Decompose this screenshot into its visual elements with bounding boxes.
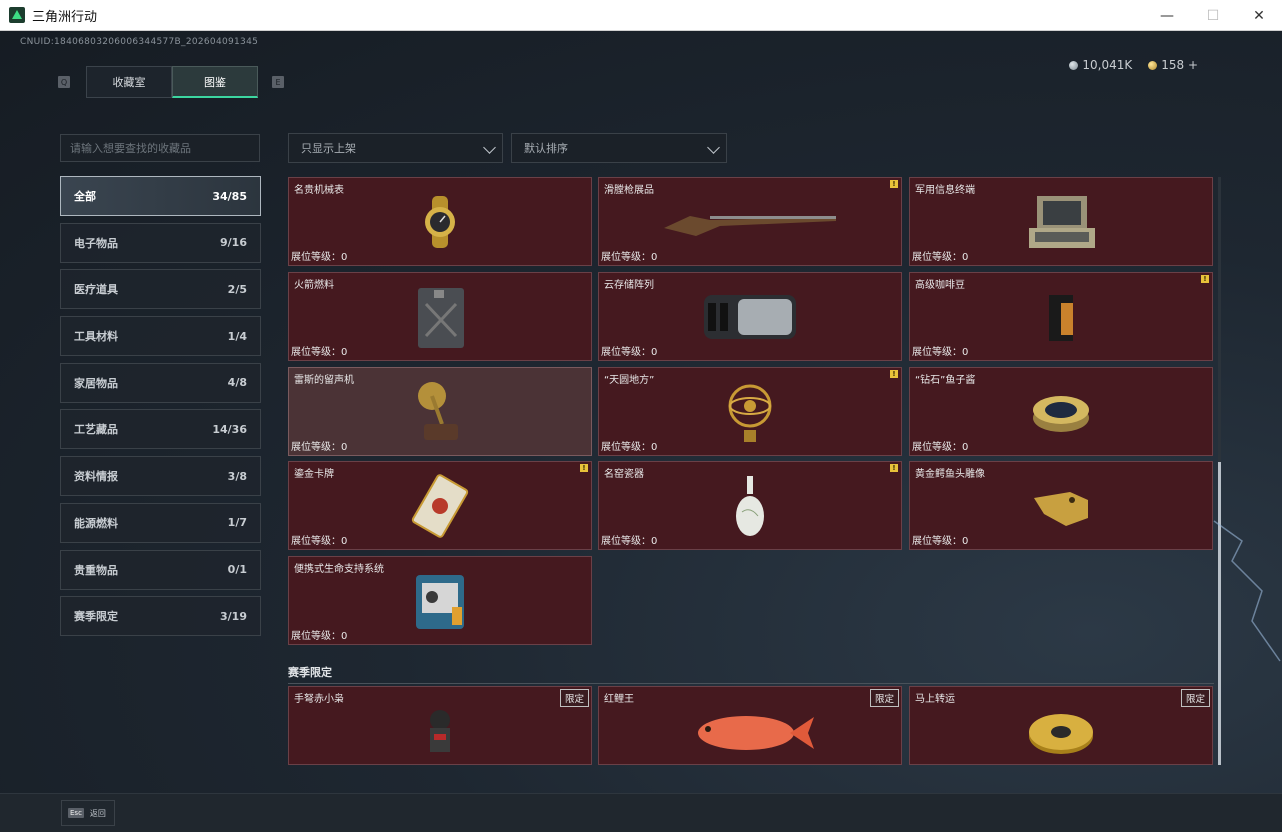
musket-icon: [664, 215, 836, 236]
lightning-decoration-icon: [1213, 520, 1281, 662]
fuel-can-icon: [418, 287, 464, 348]
section-divider: [288, 683, 1214, 684]
search-input[interactable]: 请输入想要查找的收藏品: [60, 134, 260, 162]
category-item-home[interactable]: 家居物品 4/8: [60, 362, 261, 403]
item-card[interactable]: “钻石”鱼子酱 展位等级：0: [909, 367, 1213, 456]
armillary-icon: [728, 384, 772, 442]
item-card[interactable]: 火箭燃料 展位等级：0: [288, 272, 592, 361]
close-button[interactable]: ✕: [1236, 0, 1282, 31]
chevron-down-icon: [707, 141, 720, 154]
category-item-crafts[interactable]: 工艺藏品 14/36: [60, 409, 261, 450]
life-support-icon: [416, 574, 464, 629]
gold-coin-icon: [1148, 61, 1158, 70]
gold-currency[interactable]: 158 +: [1148, 58, 1198, 72]
storage-array-icon: [704, 294, 796, 339]
category-item-valuables[interactable]: 贵重物品 0/1: [60, 549, 261, 590]
item-card[interactable]: 云存储阵列 展位等级：0: [598, 272, 902, 361]
limited-badge: 限定: [1180, 689, 1210, 707]
item-card[interactable]: 滑膛枪展品 ! 展位等级：0: [598, 177, 902, 266]
tab-collection-room[interactable]: 收藏室: [86, 66, 172, 98]
chevron-down-icon: [483, 141, 496, 154]
limited-badge: 限定: [559, 689, 589, 707]
season-section-title: 赛季限定: [288, 666, 332, 679]
maximize-button[interactable]: ☐: [1190, 0, 1236, 31]
key-hint-q: Q: [58, 76, 70, 88]
gramophone-icon: [418, 381, 458, 440]
currency-display: 10,041K 158 +: [1069, 58, 1198, 72]
watch-icon: [425, 195, 455, 248]
limited-badge: 限定: [869, 689, 899, 707]
item-card[interactable]: 鎏金卡牌 ! 展位等级：0: [288, 461, 592, 550]
category-list: 全部 34/85 电子物品 9/16 医疗道具 2/5 工具材料 1/4 家居物品 4/8…: [60, 176, 261, 643]
season-item-card[interactable]: 马上转运 限定: [909, 686, 1213, 765]
silver-coin-icon: [1069, 61, 1079, 70]
alert-icon: !: [1201, 275, 1209, 283]
item-card[interactable]: 名贵机械表 展位等级：0: [288, 177, 592, 266]
item-card[interactable]: 雷斯的留声机 展位等级：0: [288, 367, 592, 456]
category-item-intel[interactable]: 资料情报 3/8: [60, 456, 261, 497]
item-card[interactable]: 便携式生命支持系统 展位等级：0: [288, 556, 592, 645]
esc-key-hint: Esc: [68, 808, 84, 818]
key-hint-e: E: [272, 76, 284, 88]
croc-head-icon: [1034, 491, 1088, 526]
koi-fish-icon: [698, 716, 814, 751]
window-title: 三角洲行动: [32, 9, 98, 25]
category-item-all[interactable]: 全部 34/85: [60, 176, 261, 216]
view-tabs: Q 收藏室 图鉴 E: [58, 66, 284, 98]
category-item-medical[interactable]: 医疗道具 2/5: [60, 269, 261, 310]
alert-icon: !: [580, 464, 588, 472]
category-item-season[interactable]: 赛季限定 3/19: [60, 596, 261, 637]
tab-catalog[interactable]: 图鉴: [172, 66, 258, 98]
item-card[interactable]: 高级咖啡豆 ! 展位等级：0: [909, 272, 1213, 361]
category-item-energy[interactable]: 能源燃料 1/7: [60, 502, 261, 543]
silver-currency: 10,041K: [1069, 58, 1132, 72]
item-card[interactable]: 黄金鳄鱼头雕像 展位等级：0: [909, 461, 1213, 550]
season-item-card[interactable]: 红鲤王 限定: [598, 686, 902, 765]
game-viewport: CNUID:18406803206006344577B_202604091345…: [0, 31, 1282, 832]
bottom-bar: Esc 返回: [0, 793, 1282, 832]
window-titlebar: 三角洲行动 — ☐ ✕: [0, 0, 1282, 31]
alert-icon: !: [890, 370, 898, 378]
terminal-icon: [1029, 195, 1095, 248]
item-card[interactable]: 军用信息终端 展位等级：0: [909, 177, 1213, 266]
gold-card-icon: [411, 473, 469, 538]
back-button[interactable]: Esc 返回: [61, 800, 115, 826]
player-uid: CNUID:18406803206006344577B_202604091345: [20, 37, 259, 47]
sort-dropdown[interactable]: 默认排序: [511, 133, 727, 163]
coffee-bag-icon: [1049, 294, 1073, 341]
alert-icon: !: [890, 180, 898, 188]
item-card[interactable]: 名窑瓷器 ! 展位等级：0: [598, 461, 902, 550]
caviar-tin-icon: [1033, 395, 1089, 432]
category-item-tools[interactable]: 工具材料 1/4: [60, 316, 261, 357]
figurine-icon: [430, 710, 450, 753]
app-logo-icon: [9, 7, 25, 23]
gold-disc-icon: [1029, 714, 1093, 755]
item-card[interactable]: “天圆地方” ! 展位等级：0: [598, 367, 902, 456]
porcelain-vase-icon: [736, 475, 764, 536]
category-item-electronics[interactable]: 电子物品 9/16: [60, 222, 261, 263]
minimize-button[interactable]: —: [1144, 0, 1190, 31]
shelf-filter-dropdown[interactable]: 只显示上架: [288, 133, 503, 163]
window-controls: — ☐ ✕: [1144, 0, 1282, 31]
season-item-card[interactable]: 手弩赤小枭 限定: [288, 686, 592, 765]
alert-icon: !: [890, 464, 898, 472]
